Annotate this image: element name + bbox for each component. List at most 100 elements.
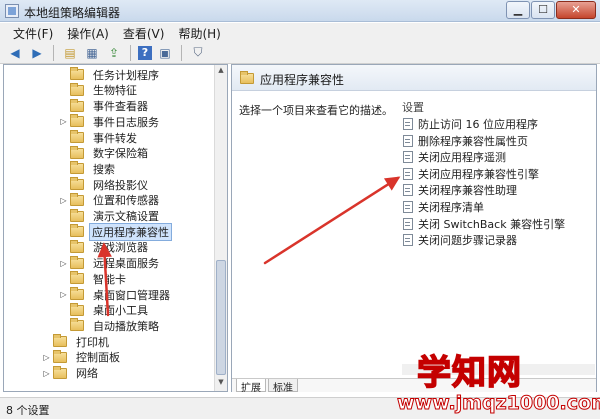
tree-item[interactable]: 桌面小工具: [59, 302, 152, 319]
toolbar: ◀ ▶ ▤ ▦ ⇪ ? ▣ ⛉: [0, 42, 600, 64]
folder-icon: [70, 177, 84, 191]
toolbar-separator: [181, 44, 182, 61]
tree-item[interactable]: 打印机: [42, 334, 113, 350]
menu-help[interactable]: 帮助(H): [171, 23, 227, 42]
policy-setting-icon: [403, 167, 413, 180]
folder-icon: [70, 192, 84, 206]
tree-item[interactable]: ▷ 远程桌面服务: [59, 255, 163, 271]
setting-row[interactable]: 关闭应用程序遥测: [403, 149, 506, 165]
tab-standard[interactable]: 标准: [268, 379, 298, 394]
tree-item-label: 网络: [76, 367, 98, 381]
help-icon[interactable]: ?: [138, 45, 152, 60]
toolbar-separator: [130, 44, 131, 61]
description-text: 选择一个项目来查看它的描述。: [239, 104, 393, 117]
export-list-icon[interactable]: ⇪: [105, 44, 123, 62]
folder-icon: [70, 271, 84, 285]
folder-icon: [70, 82, 84, 96]
up-folder-icon[interactable]: ▤: [61, 44, 79, 62]
setting-row[interactable]: 防止访问 16 位应用程序: [403, 116, 538, 132]
pane-header: 应用程序兼容性: [232, 65, 596, 91]
expand-arrow-icon[interactable]: ▷: [42, 353, 51, 362]
expand-arrow-icon[interactable]: ▷: [42, 369, 51, 378]
menu-file[interactable]: 文件(F): [6, 23, 60, 42]
setting-row[interactable]: 关闭问题步骤记录器: [403, 232, 517, 248]
tree-item[interactable]: 网络投影仪: [59, 177, 152, 193]
folder-icon: [70, 287, 84, 301]
tree-item[interactable]: ▷ 桌面窗口管理器: [59, 287, 174, 303]
forward-arrow-icon[interactable]: ▶: [28, 44, 46, 62]
folder-icon: [70, 224, 84, 238]
back-arrow-icon[interactable]: ◀: [6, 44, 24, 62]
tree-item[interactable]: 数字保险箱: [59, 145, 152, 162]
setting-label: 删除程序兼容性属性页: [418, 134, 528, 148]
setting-label: 关闭问题步骤记录器: [418, 234, 517, 248]
expand-arrow-icon[interactable]: ▷: [59, 259, 68, 268]
tree-item[interactable]: ▷ 网络: [42, 365, 102, 381]
policy-setting-icon: [403, 118, 413, 130]
setting-label: 关闭 SwitchBack 兼容性引擎: [418, 217, 566, 231]
setting-row[interactable]: 关闭 SwitchBack 兼容性引擎: [403, 216, 565, 232]
folder-icon: [70, 114, 84, 128]
menu-bar: 文件(F) 操作(A) 查看(V) 帮助(H): [0, 23, 600, 42]
folder-icon: [240, 71, 254, 84]
policy-setting-icon: [403, 217, 413, 230]
close-button[interactable]: ✕: [556, 1, 596, 19]
window-title: 本地组策略编辑器: [24, 6, 121, 20]
navigation-tree[interactable]: 任务计划程序 生物特征 事件查看器 ▷ 事件日志服务 事件转发 数字保险箱 搜索 网络投影仪 ▷ 位…: [3, 64, 228, 392]
tree-item[interactable]: ▷ 事件日志服务: [59, 114, 163, 130]
tree-item[interactable]: 自动播放策略: [59, 318, 163, 334]
folder-icon: [70, 145, 84, 159]
policy-setting-icon: [403, 201, 413, 213]
scroll-up-icon[interactable]: ▲: [215, 66, 227, 78]
window-controls: ▁ ☐ ✕: [506, 1, 596, 19]
tree-scrollbar[interactable]: ▲ ▼: [214, 65, 227, 391]
folder-icon: [70, 161, 84, 175]
status-text: 8 个设置: [6, 404, 50, 417]
setting-label: 关闭程序清单: [418, 201, 484, 214]
title-bar: 本地组策略编辑器 ▁ ☐ ✕: [0, 0, 600, 22]
scrollbar-thumb[interactable]: [216, 260, 226, 375]
setting-row[interactable]: 删除程序兼容性属性页: [403, 133, 528, 149]
folder-icon: [53, 334, 67, 348]
tree-item[interactable]: 生物特征: [59, 82, 141, 99]
menu-action[interactable]: 操作(A): [60, 23, 116, 42]
folder-icon: [53, 349, 67, 363]
tree-item[interactable]: 游戏浏览器: [59, 239, 152, 256]
tree-item[interactable]: 演示文稿设置: [59, 208, 163, 224]
tree-item[interactable]: 智能卡: [59, 271, 130, 287]
pane-title: 应用程序兼容性: [260, 73, 345, 87]
folder-icon: [70, 98, 84, 112]
tab-extended[interactable]: 扩展: [236, 379, 266, 394]
tree-item[interactable]: 应用程序兼容性: [59, 222, 172, 241]
show-hide-tree-icon[interactable]: ▦: [83, 44, 101, 62]
setting-row[interactable]: 关闭程序兼容性助理: [403, 182, 517, 198]
folder-icon: [70, 208, 84, 222]
expand-arrow-icon[interactable]: ▷: [59, 196, 68, 205]
expand-arrow-icon[interactable]: ▷: [59, 117, 68, 126]
tree-item[interactable]: ▷ 控制面板: [42, 349, 124, 366]
policy-setting-icon: [403, 134, 413, 147]
expand-arrow-icon[interactable]: ▷: [59, 290, 68, 299]
filter-icon[interactable]: ⛉: [189, 44, 207, 62]
policy-setting-icon: [403, 151, 413, 164]
watermark-title: 学知网: [416, 352, 522, 394]
scroll-down-icon[interactable]: ▼: [215, 378, 227, 390]
setting-row[interactable]: 关闭应用程序兼容性引擎: [403, 166, 539, 182]
settings-column-header[interactable]: 设置: [402, 99, 424, 115]
menu-view[interactable]: 查看(V): [116, 23, 172, 42]
setting-label: 防止访问 16 位应用程序: [418, 118, 538, 131]
minimize-button[interactable]: ▁: [506, 1, 530, 19]
app-icon: [5, 4, 19, 18]
tree-item[interactable]: 事件查看器: [59, 98, 152, 114]
folder-icon: [70, 318, 84, 332]
maximize-button[interactable]: ☐: [531, 1, 555, 19]
folder-icon: [70, 302, 84, 316]
setting-label: 关闭应用程序遥测: [418, 151, 506, 165]
setting-label: 关闭应用程序兼容性引擎: [418, 167, 539, 181]
properties-icon[interactable]: ▣: [156, 44, 174, 62]
tree-item[interactable]: 搜索: [59, 161, 119, 177]
tree-item[interactable]: 任务计划程序: [59, 67, 163, 83]
setting-row[interactable]: 关闭程序清单: [403, 199, 484, 215]
tree-item[interactable]: ▷ 位置和传感器: [59, 192, 163, 209]
tree-item[interactable]: 事件转发: [59, 130, 141, 146]
